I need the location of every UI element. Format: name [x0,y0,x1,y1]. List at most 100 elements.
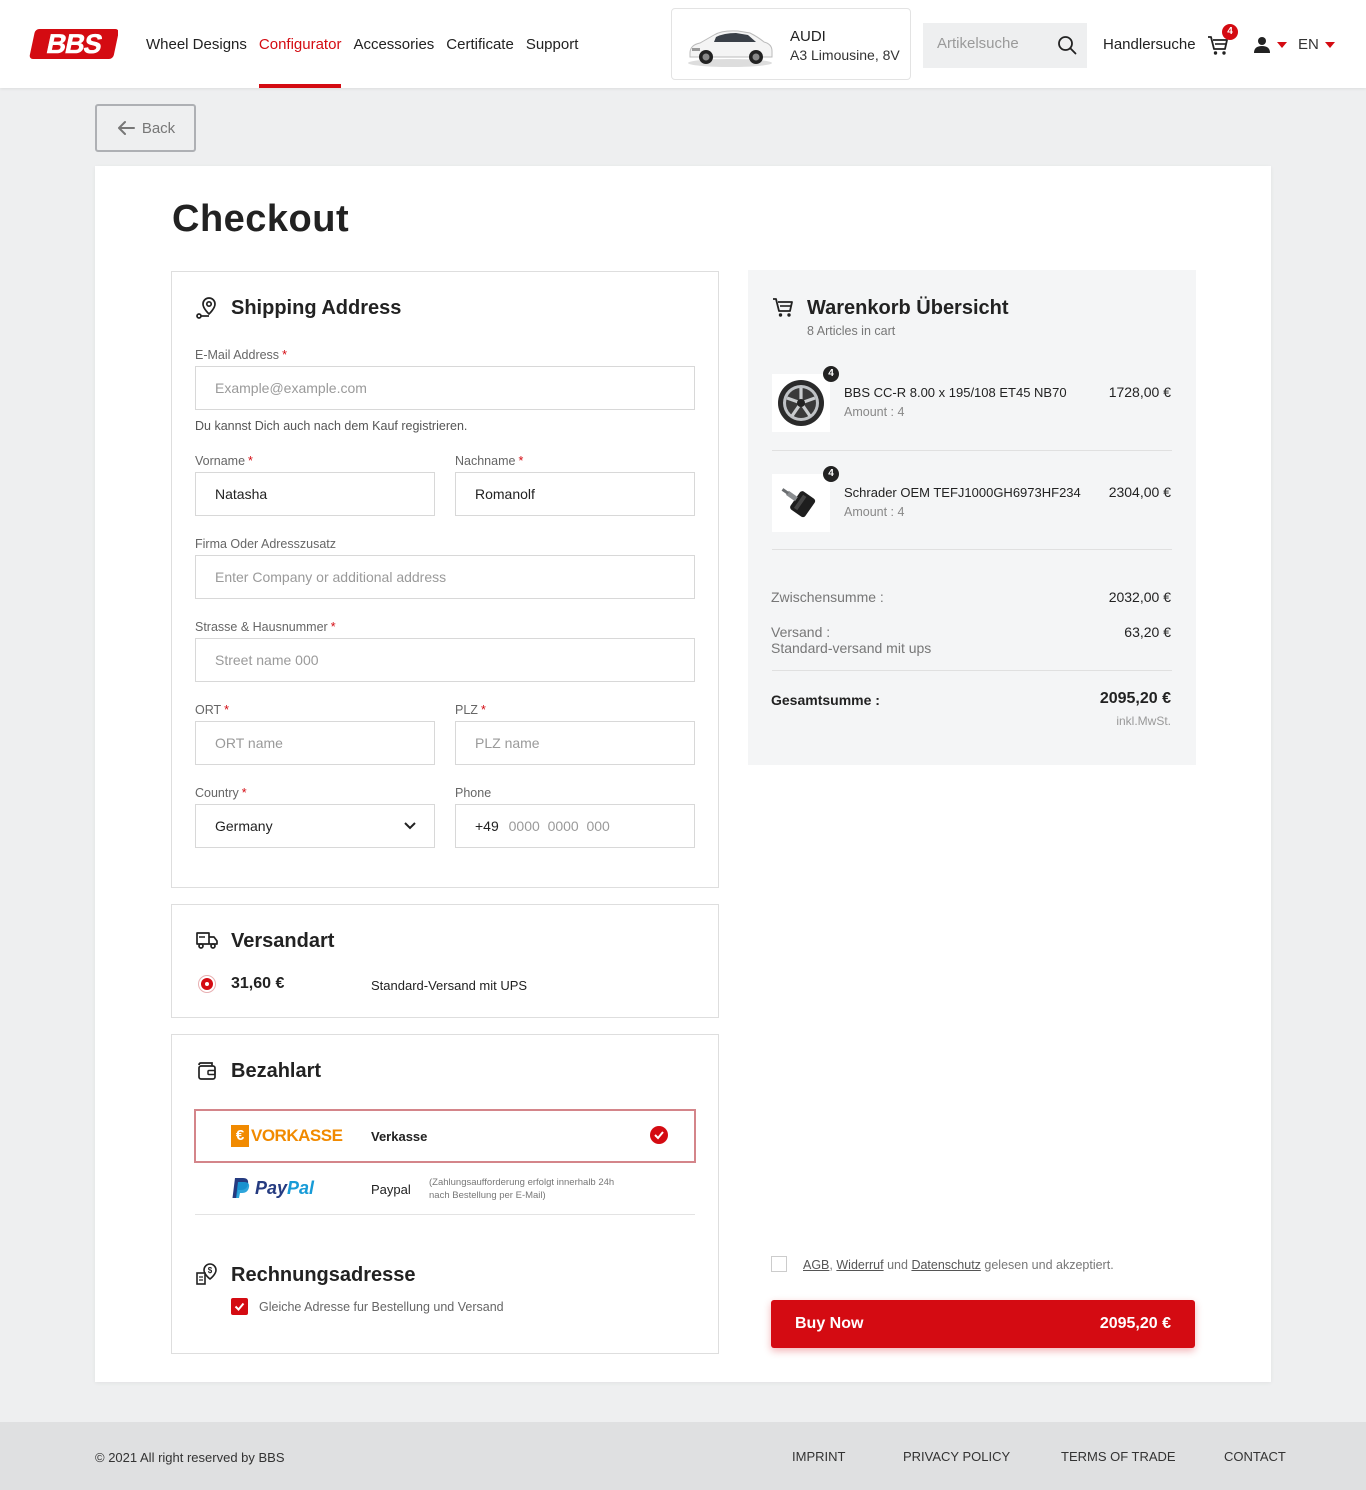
shipping-radio[interactable] [198,975,216,993]
article-search [923,23,1087,68]
lastname-label: Nachname * [455,454,524,468]
language-select[interactable]: EN [1298,36,1319,53]
item-name: BBS CC-R 8.00 x 195/108 ET45 NB70 [844,385,1067,400]
item-name: Schrader OEM TEFJ1000GH6973HF234 [844,485,1081,500]
country-value: Germany [215,818,273,834]
agb-link[interactable]: AGB [803,1258,829,1272]
wheel-icon [772,374,830,432]
firstname-field[interactable] [195,472,435,516]
shipping-address-title: Shipping Address [231,297,402,319]
total-label: Gesamtsumme : [771,692,880,708]
nav-configurator[interactable]: Configurator [258,0,341,88]
arrow-left-icon [117,121,135,135]
divider [772,549,1172,550]
company-label: Firma Oder Adresszusatz [195,537,337,551]
page-title: Checkout [172,198,350,240]
phone-placeholder: 0000 0000 000 [508,818,610,834]
city-field[interactable] [195,721,435,765]
item-price: 1728,00 € [1108,384,1171,400]
nav-accessories[interactable]: Accessories [353,0,434,88]
email-label: E-Mail Address * [195,348,287,362]
phone-prefix: +49 [475,818,499,834]
shipping-price: 31,60 € [231,975,285,992]
back-button[interactable]: Back [95,104,196,152]
shipping-method-title: Versandart [231,930,335,952]
shipping-cost-label: Versand : [771,624,831,640]
vorkasse-logo: € VORKASSE [231,1125,343,1147]
cart-count-badge: 4 [1222,24,1238,40]
user-chevron-down-icon[interactable] [1277,42,1287,48]
item-qty-badge: 4 [823,366,839,382]
car-image [688,30,773,67]
site-footer: © 2021 All right reserved by BBS IMPRINT… [0,1422,1366,1490]
item-amount: Amount : 4 [844,505,905,519]
phone-field[interactable]: +49 0000 0000 000 [455,804,695,848]
item-price: 2304,00 € [1108,484,1171,500]
paypal-logo: Pay Pal [231,1176,314,1200]
buy-now-amount: 2095,20 € [1099,1315,1171,1332]
phone-label: Phone [455,786,492,800]
company-field[interactable] [195,555,695,599]
svg-text:BBS: BBS [44,28,105,59]
buy-now-label: Buy Now [795,1315,864,1332]
shipping-cost-value: 63,20 € [1124,624,1171,640]
footer-terms-link[interactable]: TERMS OF TRADE [1061,1449,1176,1464]
terms-checkbox[interactable] [771,1256,787,1272]
widerruf-link[interactable]: Widerruf [836,1258,883,1272]
tpms-sensor-icon [772,474,830,532]
footer-privacy-link[interactable]: PRIVACY POLICY [903,1449,1010,1464]
checkmark-icon [234,1302,245,1311]
billing-location-icon: $ [196,1263,217,1285]
total-value: 2095,20 € [1099,690,1171,707]
wallet-icon [198,1062,216,1080]
vorkasse-label: Verkasse [371,1129,428,1144]
back-label: Back [141,119,176,137]
street-field[interactable] [195,638,695,682]
copyright: © 2021 All right reserved by BBS [95,1450,285,1465]
nav-wheel-designs[interactable]: Wheel Designs [146,0,247,88]
lastname-field[interactable] [455,472,695,516]
country-select[interactable]: Germany [195,804,435,848]
nav-support[interactable]: Support [526,0,579,88]
search-icon[interactable] [1057,35,1077,55]
footer-contact-link[interactable]: CONTACT [1224,1449,1286,1464]
user-icon[interactable] [1253,36,1271,54]
shipping-cost-sub: Standard-versand mit ups [771,640,932,656]
payment-option-paypal[interactable]: Pay Pal Paypal (Zahlungsaufforderung erfo… [195,1163,695,1215]
city-label: ORT * [195,703,230,717]
firstname-label: Vorname * [195,454,253,468]
site-header: BBS Wheel Designs Configurator Accessori… [0,0,1366,88]
item-qty-badge: 4 [823,466,839,482]
checkmark-selected-icon [650,1126,668,1144]
selected-car[interactable]: AUDI A3 Limousine, 8V [671,8,911,80]
email-field[interactable] [195,366,695,410]
location-pin-icon [196,297,216,319]
paypal-label: Paypal [371,1182,411,1197]
payment-option-vorkasse[interactable]: € VORKASSE Verkasse [194,1109,696,1163]
register-hint: Du kannst Dich auch nach dem Kauf regist… [195,419,468,433]
zip-field[interactable] [455,721,695,765]
nav-certificate[interactable]: Certificate [446,0,514,88]
subtotal-value: 2032,00 € [1108,589,1171,605]
same-address-checkbox[interactable] [231,1298,248,1315]
buy-now-button[interactable]: Buy Now 2095,20 € [771,1300,1195,1348]
dealer-search-link[interactable]: Handlersuche [1103,36,1196,53]
bbs-logo[interactable]: BBS [28,26,118,62]
paypal-note: (Zahlungsaufforderung erfolgt innerhalb … [429,1177,615,1201]
svg-text:$: $ [208,1266,213,1275]
car-model: A3 Limousine, 8V [790,47,900,63]
datenschutz-link[interactable]: Datenschutz [911,1258,980,1272]
summary-cart-icon [773,298,793,317]
delivery-truck-icon [196,932,218,949]
item-amount: Amount : 4 [844,405,905,419]
language-chevron-down-icon[interactable] [1325,42,1335,48]
same-address-label: Gleiche Adresse fur Bestellung und Versa… [259,1300,504,1314]
cart-summary-title: Warenkorb Übersicht [807,297,1009,319]
zip-label: PLZ * [455,703,486,717]
billing-title: Rechnungsadresse [231,1264,416,1286]
terms-label: AGB, Widerruf und Datenschutz gelesen un… [803,1258,1114,1272]
footer-imprint-link[interactable]: IMPRINT [792,1449,845,1464]
country-label: Country * [195,786,247,800]
street-label: Strasse & Hausnummer * [195,620,336,634]
search-input[interactable] [937,35,1047,52]
